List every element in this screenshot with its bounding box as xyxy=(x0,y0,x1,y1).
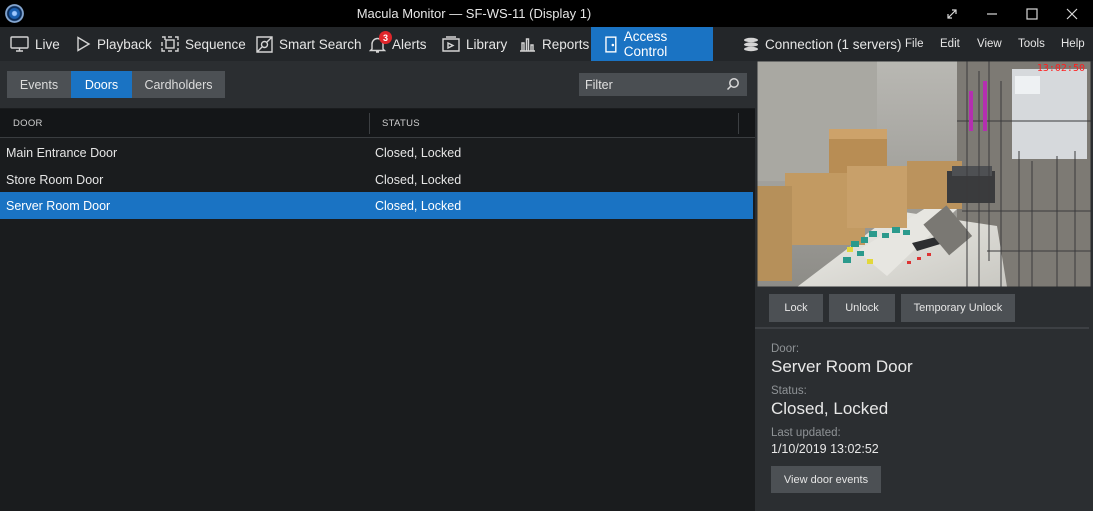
minimize-button[interactable] xyxy=(972,0,1012,27)
menu-view[interactable]: View xyxy=(977,27,1002,61)
nav-playback-label: Playback xyxy=(97,36,152,52)
details-divider xyxy=(755,327,1089,329)
smart-search-icon xyxy=(256,35,273,53)
filter-placeholder: Filter xyxy=(585,77,613,92)
monitor-icon xyxy=(10,36,29,52)
door-name: Store Room Door xyxy=(6,172,104,187)
door-value: Server Room Door xyxy=(771,357,913,376)
door-status: Closed, Locked xyxy=(375,172,462,187)
last-updated-label: Last updated: xyxy=(771,427,841,439)
menu-edit[interactable]: Edit xyxy=(940,27,960,61)
unlock-button[interactable]: Unlock xyxy=(829,294,895,322)
close-button[interactable] xyxy=(1052,0,1092,27)
view-door-events-button[interactable]: View door events xyxy=(771,466,881,493)
door-details-panel: 13:02:50 Lock Unlock Temporary Unlock Do… xyxy=(755,61,1093,511)
nav-reports-label: Reports xyxy=(542,36,590,52)
nav-sequence-label: Sequence xyxy=(185,36,246,52)
tab-doors[interactable]: Doors xyxy=(71,71,132,98)
camera-timestamp: 13:02:50 xyxy=(1036,63,1085,74)
title-bar: Macula Monitor — SF-WS-11 (Display 1) xyxy=(0,0,1093,27)
main-toolbar: Live Playback Sequence Smart Search Aler… xyxy=(0,27,1093,61)
menu-help[interactable]: Help xyxy=(1061,27,1085,61)
door-status: Closed, Locked xyxy=(375,198,462,213)
menu-tools[interactable]: Tools xyxy=(1018,27,1045,61)
window-title: Macula Monitor — SF-WS-11 (Display 1) xyxy=(356,6,592,21)
camera-view[interactable]: 13:02:50 xyxy=(757,61,1091,287)
temporary-unlock-button[interactable]: Temporary Unlock xyxy=(901,294,1015,322)
last-updated-value: 1/10/2019 13:02:52 xyxy=(771,442,879,456)
nav-playback[interactable]: Playback xyxy=(75,27,152,61)
door-status: Closed, Locked xyxy=(375,145,462,160)
door-icon xyxy=(605,35,617,53)
grid-icon xyxy=(161,36,179,52)
door-name: Server Room Door xyxy=(6,198,111,213)
nav-live[interactable]: Live xyxy=(10,27,60,61)
alerts-count-badge: 3 xyxy=(379,31,392,44)
maximize-button[interactable] xyxy=(1012,0,1052,27)
status-label: Status: xyxy=(771,385,807,397)
column-divider[interactable] xyxy=(738,113,739,134)
tab-cardholders[interactable]: Cardholders xyxy=(132,71,225,98)
connection-status[interactable]: Connection (1 servers) xyxy=(743,27,902,61)
nav-alerts[interactable]: Alerts xyxy=(369,27,427,61)
nav-library[interactable]: Library xyxy=(442,27,507,61)
table-row-selected[interactable]: Server Room Door Closed, Locked xyxy=(0,192,753,219)
column-door[interactable]: DOOR xyxy=(13,109,43,138)
nav-access-control-label: Access Control xyxy=(623,29,668,59)
database-icon xyxy=(744,37,758,51)
status-value: Closed, Locked xyxy=(771,399,889,418)
search-icon[interactable] xyxy=(726,77,740,91)
nav-library-label: Library xyxy=(466,36,508,52)
door-name: Main Entrance Door xyxy=(6,145,118,160)
doors-table-header: DOOR STATUS xyxy=(0,109,755,138)
menu-file[interactable]: File xyxy=(905,27,924,61)
tab-events[interactable]: Events xyxy=(7,71,71,98)
filter-input[interactable]: Filter xyxy=(579,73,747,96)
column-divider[interactable] xyxy=(369,113,370,134)
access-tabs: Events Doors Cardholders Filter xyxy=(0,61,755,108)
table-row[interactable]: Main Entrance Door Closed, Locked xyxy=(0,139,753,166)
nav-live-label: Live xyxy=(35,36,60,52)
nav-access-control[interactable]: Access Control xyxy=(591,27,713,61)
lock-button[interactable]: Lock xyxy=(769,294,823,322)
nav-reports[interactable]: Reports xyxy=(519,27,589,61)
doors-panel: Events Doors Cardholders Filter DOOR STA… xyxy=(0,61,755,511)
nav-sequence[interactable]: Sequence xyxy=(161,27,246,61)
nav-smart-search[interactable]: Smart Search xyxy=(256,27,362,61)
expand-icon[interactable] xyxy=(932,0,972,27)
table-row[interactable]: Store Room Door Closed, Locked xyxy=(0,166,753,193)
nav-alerts-label: Alerts xyxy=(392,36,427,52)
camera-image xyxy=(757,61,1091,287)
door-label: Door: xyxy=(771,343,800,355)
play-icon xyxy=(77,36,91,52)
column-status[interactable]: STATUS xyxy=(382,109,420,138)
connection-label: Connection (1 servers) xyxy=(765,36,902,52)
chart-icon xyxy=(520,38,535,52)
nav-smart-search-label: Smart Search xyxy=(279,36,362,52)
library-icon xyxy=(442,36,460,52)
